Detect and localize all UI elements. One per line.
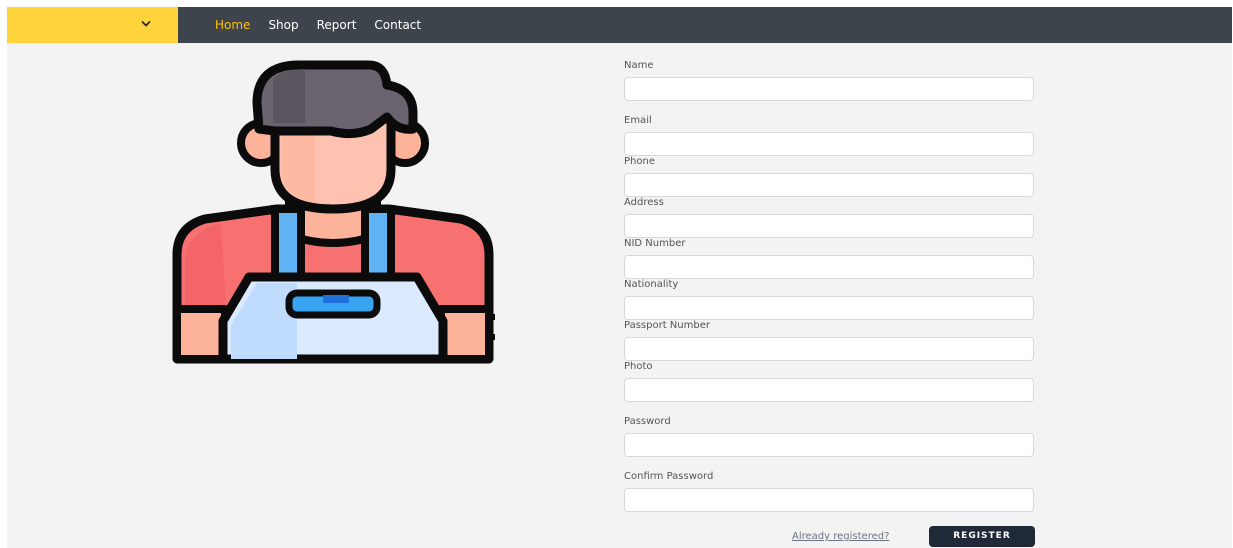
nationality-label: Nationality	[624, 279, 679, 290]
address-label: Address	[624, 197, 664, 208]
photo-label: Photo	[624, 361, 653, 372]
nav-contact[interactable]: Contact	[374, 17, 421, 33]
page-frame: Home Shop Report Contact Name Email Phon…	[7, 7, 1232, 548]
name-label: Name	[624, 60, 654, 71]
nav-shop[interactable]: Shop	[268, 17, 298, 33]
confirm-password-label: Confirm Password	[624, 471, 714, 482]
nav-report[interactable]: Report	[317, 17, 357, 33]
register-button[interactable]: REGISTER	[929, 526, 1035, 547]
photo-group: Photo	[624, 360, 1036, 402]
confirm-password-group: Confirm Password	[624, 470, 1036, 512]
password-group: Password	[624, 415, 1036, 457]
password-input[interactable]	[624, 433, 1034, 457]
nid-group: NID Number	[624, 237, 1036, 279]
passport-group: Passport Number	[624, 319, 1036, 361]
nid-label: NID Number	[624, 238, 686, 249]
email-label: Email	[624, 115, 652, 126]
brand-dropdown[interactable]	[7, 7, 178, 43]
chevron-down-icon[interactable]	[141, 16, 151, 32]
top-navbar: Home Shop Report Contact	[7, 7, 1232, 43]
nav-home[interactable]: Home	[215, 17, 250, 33]
phone-label: Phone	[624, 156, 655, 167]
email-group: Email	[624, 114, 1036, 156]
shopkeeper-avatar-icon	[165, 59, 501, 373]
photo-input[interactable]	[624, 378, 1034, 402]
name-group: Name	[624, 59, 1036, 101]
phone-input[interactable]	[624, 173, 1034, 197]
address-group: Address	[624, 196, 1036, 238]
email-input[interactable]	[624, 132, 1034, 156]
name-input[interactable]	[624, 77, 1034, 101]
nationality-group: Nationality	[624, 278, 1036, 320]
password-label: Password	[624, 416, 671, 427]
passport-label: Passport Number	[624, 320, 710, 331]
nationality-input[interactable]	[624, 296, 1034, 320]
passport-input[interactable]	[624, 337, 1034, 361]
main-nav: Home Shop Report Contact	[215, 7, 439, 43]
already-registered-link[interactable]: Already registered?	[792, 530, 889, 544]
nid-input[interactable]	[624, 255, 1034, 279]
phone-group: Phone	[624, 155, 1036, 197]
address-input[interactable]	[624, 214, 1034, 238]
confirm-password-input[interactable]	[624, 488, 1034, 512]
